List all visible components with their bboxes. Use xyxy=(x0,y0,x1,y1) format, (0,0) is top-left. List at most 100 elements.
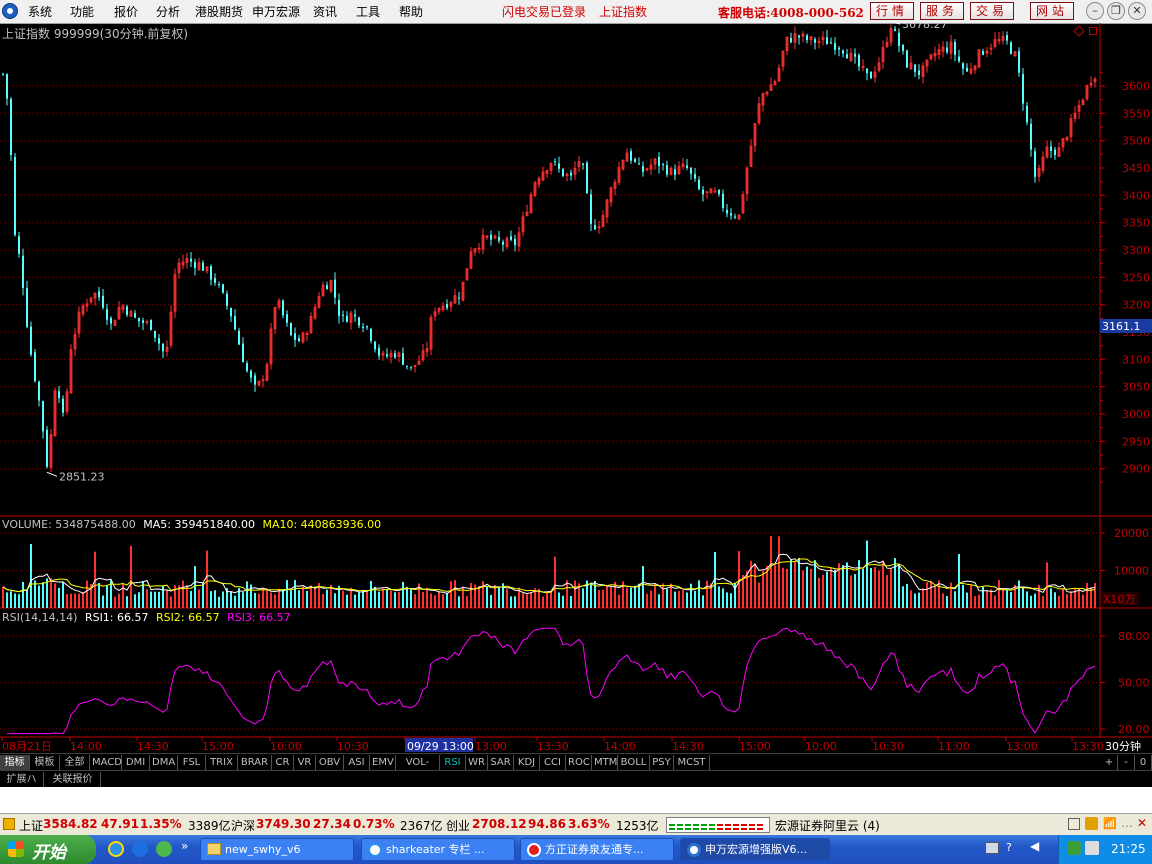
volume-bar xyxy=(362,590,364,608)
volume-bar xyxy=(326,589,328,608)
candle-body-down xyxy=(10,98,12,155)
volume-bar xyxy=(922,588,924,608)
indicator-tab-boll[interactable]: BOLL xyxy=(618,755,650,770)
volume-bar xyxy=(1002,588,1004,608)
menu-analysis[interactable]: 分析 xyxy=(156,3,180,20)
menu-quote[interactable]: 报价 xyxy=(114,3,138,20)
volume-bar xyxy=(202,582,204,608)
menu-swhy[interactable]: 申万宏源 xyxy=(252,3,300,20)
bell-icon[interactable] xyxy=(1085,817,1098,830)
ie-icon[interactable] xyxy=(108,841,124,857)
candle-body-down xyxy=(406,365,408,367)
service-button[interactable]: 服务 xyxy=(920,2,964,20)
app-logo-icon[interactable] xyxy=(2,3,18,19)
indicator-tab-rsi[interactable]: RSI xyxy=(440,755,466,770)
candle-body-down xyxy=(370,328,372,341)
indicator-tab-trix[interactable]: TRIX xyxy=(206,755,238,770)
volume-bar xyxy=(410,589,412,608)
volume-bar xyxy=(394,592,396,608)
shield-icon[interactable] xyxy=(1067,841,1081,855)
zoom-out-button[interactable]: - xyxy=(1118,755,1135,770)
indicator-tab-dma[interactable]: DMA xyxy=(150,755,178,770)
quote-button[interactable]: 行情 xyxy=(870,2,914,20)
indicator-tab-psy[interactable]: PSY xyxy=(650,755,674,770)
volume-bar xyxy=(414,594,416,608)
indicator-tab-cr[interactable]: CR xyxy=(272,755,294,770)
volume-bar xyxy=(582,588,584,608)
indicator-tab-voltdx[interactable]: VOL-TDX xyxy=(396,755,440,783)
task-new-swhy[interactable]: new_swhy_v6 xyxy=(200,838,354,861)
minimize-icon[interactable]: – xyxy=(1086,2,1104,20)
indicator-tab-macd[interactable]: MACD xyxy=(90,755,122,770)
candle-body-down xyxy=(858,55,860,67)
menu-news[interactable]: 资讯 xyxy=(313,3,337,20)
breadth-cell xyxy=(717,828,723,830)
tab-extension[interactable]: 扩展ハ xyxy=(0,772,44,787)
indicator-tab-dmi[interactable]: DMI xyxy=(122,755,150,770)
task-swhy-enhanced[interactable]: 申万宏源增强版V6... xyxy=(680,838,830,861)
candle-body-down xyxy=(62,398,64,413)
indicator-tab-kdj[interactable]: KDJ xyxy=(514,755,540,770)
candle-body-down xyxy=(378,347,380,356)
trade-button[interactable]: 交易 xyxy=(970,2,1014,20)
candle-body-down xyxy=(190,258,192,262)
indicator-tab-[interactable]: 指标 xyxy=(0,755,30,770)
chart-canvas[interactable]: 3600355035003450340033503300325032003150… xyxy=(0,23,1152,753)
menu-help[interactable]: 帮助 xyxy=(399,3,423,20)
menu-system[interactable]: 系统 xyxy=(28,3,52,20)
time-tick-label: 13:30 xyxy=(537,740,569,753)
website-button[interactable]: 网站 xyxy=(1030,2,1074,20)
indicator-tab-sar[interactable]: SAR xyxy=(488,755,514,770)
zoom-in-button[interactable]: + xyxy=(1101,755,1118,770)
index-link[interactable]: 上证指数 xyxy=(599,3,647,20)
volume-icon[interactable] xyxy=(1085,841,1099,855)
candle-body-down xyxy=(386,354,388,357)
indicator-tab-brar[interactable]: BRAR xyxy=(238,755,272,770)
tab-related-quote[interactable]: 关联报价 xyxy=(45,772,101,787)
indicator-tab-wr[interactable]: WR xyxy=(466,755,488,770)
server-name[interactable]: 宏源证券阿里云 (4) xyxy=(775,817,880,834)
indicator-tab-[interactable]: 模板 xyxy=(30,755,60,770)
indicator-tab-fsl[interactable]: FSL xyxy=(178,755,206,770)
candle-body-down xyxy=(26,288,28,327)
browser-icon[interactable] xyxy=(156,841,172,857)
swhy-icon xyxy=(687,843,701,857)
indicator-tab-asi[interactable]: ASI xyxy=(344,755,370,770)
rsi-label: RSI(14,14,14) xyxy=(2,611,78,624)
window-icon[interactable] xyxy=(1068,818,1080,830)
indicator-tab-cci[interactable]: CCI xyxy=(540,755,566,770)
menu-hk-futures[interactable]: 港股期货 xyxy=(195,3,243,20)
candle-body-down xyxy=(218,284,220,286)
indicator-tab-emv[interactable]: EMV xyxy=(370,755,396,770)
indicator-tab-mtm[interactable]: MTM xyxy=(592,755,618,770)
close-small-icon[interactable]: ✕ xyxy=(1137,816,1147,830)
keyboard-icon[interactable] xyxy=(985,842,999,854)
close-icon[interactable]: ✕ xyxy=(1128,2,1146,20)
y-tick-label: 3400 xyxy=(1122,189,1150,202)
help-icon[interactable]: ? xyxy=(1006,841,1012,854)
menu-tools[interactable]: 工具 xyxy=(356,3,380,20)
tray-expand-icon[interactable]: ◀ xyxy=(1030,839,1039,853)
candle-body-down xyxy=(210,266,212,280)
candle-body-down xyxy=(286,314,288,323)
task-sharkeater[interactable]: sharkeater 专栏 ... xyxy=(361,838,515,861)
menu-function[interactable]: 功能 xyxy=(70,3,94,20)
volume-bar xyxy=(174,585,176,608)
candle-body-down xyxy=(46,429,48,467)
indicator-tab-mcst[interactable]: MCST xyxy=(674,755,710,770)
candle-body-down xyxy=(346,315,348,322)
indicator-tab-[interactable]: 全部 xyxy=(60,755,90,770)
expand-chevron-icon[interactable]: » xyxy=(181,839,188,853)
volume-bar xyxy=(434,595,436,608)
reset-zoom-button[interactable]: 0 xyxy=(1135,755,1152,770)
start-button[interactable]: 开始 xyxy=(0,835,96,864)
ellipsis-icon[interactable]: … xyxy=(1121,816,1133,830)
restore-icon[interactable]: ❐ xyxy=(1107,2,1125,20)
candle-body-down xyxy=(102,295,104,308)
indicator-tab-obv[interactable]: OBV xyxy=(316,755,344,770)
task-fangzheng[interactable]: 方正证券泉友通专... xyxy=(520,838,674,861)
desktop-icon[interactable] xyxy=(132,841,148,857)
indicator-tab-roc[interactable]: ROC xyxy=(566,755,592,770)
indicator-tab-vr[interactable]: VR xyxy=(294,755,316,770)
volume-bar xyxy=(222,591,224,608)
